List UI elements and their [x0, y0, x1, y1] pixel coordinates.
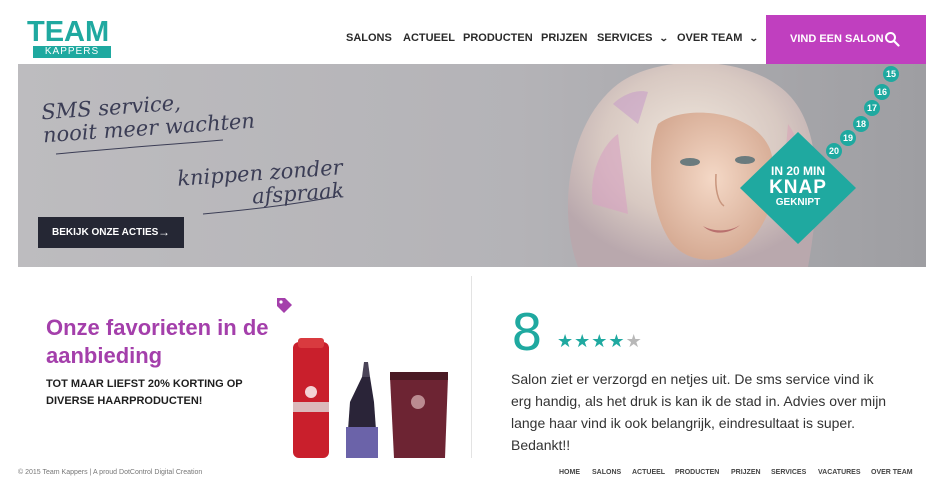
- minute-dot: 18: [853, 116, 869, 132]
- minute-dot: 20: [826, 143, 842, 159]
- footer-nav-home[interactable]: HOME: [559, 469, 580, 476]
- minute-dot: 16: [874, 84, 890, 100]
- footer-nav-over-team[interactable]: OVER TEAM: [871, 469, 913, 476]
- star-filled-icon: ★: [574, 331, 592, 351]
- review-text: Salon ziet er verzorgd en netjes uit. De…: [511, 371, 887, 453]
- footer-nav-salons[interactable]: SALONS: [592, 469, 621, 476]
- chevron-down-icon: ⌄: [749, 33, 760, 43]
- promo-title[interactable]: Onze favorieten in de aanbieding: [46, 314, 286, 370]
- star-filled-icon: ★: [591, 331, 609, 351]
- chevron-down-icon: ⌄: [659, 33, 670, 43]
- product-bottles-image: [293, 338, 448, 458]
- site-footer: © 2015 Team Kappers | A proud DotControl…: [0, 458, 945, 493]
- minute-dot: 19: [840, 130, 856, 146]
- view-deals-button[interactable]: BEKIJK ONZE ACTIES →: [38, 217, 184, 248]
- footer-nav-services[interactable]: SERVICES: [771, 469, 806, 476]
- logo-team-text: TEAM: [27, 16, 110, 48]
- footer-nav-prijzen[interactable]: PRIJZEN: [731, 469, 761, 476]
- review-score: 8: [511, 304, 543, 362]
- nav-actueel[interactable]: ACTUEEL: [403, 30, 455, 46]
- find-salon-label: VIND EEN SALON: [790, 33, 884, 45]
- site-header: TEAM KAPPERS SALONS ACTUEEL PRODUCTEN PR…: [0, 0, 945, 64]
- star-rating: ★★★★★: [557, 331, 643, 351]
- minute-dot: 15: [883, 66, 899, 82]
- nav-producten[interactable]: PRODUCTEN: [463, 30, 533, 46]
- arrow-right-icon: →: [158, 225, 170, 239]
- footer-nav-vacatures[interactable]: VACATURES: [818, 469, 861, 476]
- nav-over-team[interactable]: OVER TEAM ⌄: [677, 30, 760, 46]
- find-salon-button[interactable]: VIND EEN SALON: [766, 15, 926, 64]
- star-filled-icon: ★: [557, 331, 575, 351]
- nav-services[interactable]: SERVICES ⌄: [597, 30, 670, 46]
- nav-prijzen[interactable]: PRIJZEN: [541, 30, 587, 46]
- badge-text: IN 20 MIN KNAP GEKNIPT: [769, 164, 827, 209]
- footer-nav-producten[interactable]: PRODUCTEN: [675, 469, 719, 476]
- footer-nav-actueel[interactable]: ACTUEEL: [632, 469, 665, 476]
- tag-icon: [277, 298, 292, 313]
- minute-dot: 17: [864, 100, 880, 116]
- view-deals-label: BEKIJK ONZE ACTIES: [52, 227, 159, 238]
- star-empty-icon: ★: [625, 331, 643, 351]
- logo-kappers-text: KAPPERS: [33, 46, 111, 58]
- section-divider: [471, 276, 472, 458]
- team-kappers-logo[interactable]: TEAM KAPPERS: [27, 16, 112, 59]
- copyright-text: © 2015 Team Kappers | A proud DotControl…: [18, 469, 203, 476]
- star-filled-icon: ★: [608, 331, 626, 351]
- search-icon: [885, 32, 900, 47]
- promo-subtitle: TOT MAAR LIEFST 20% KORTING OP DIVERSE H…: [46, 378, 243, 407]
- nav-salons[interactable]: SALONS: [346, 30, 392, 46]
